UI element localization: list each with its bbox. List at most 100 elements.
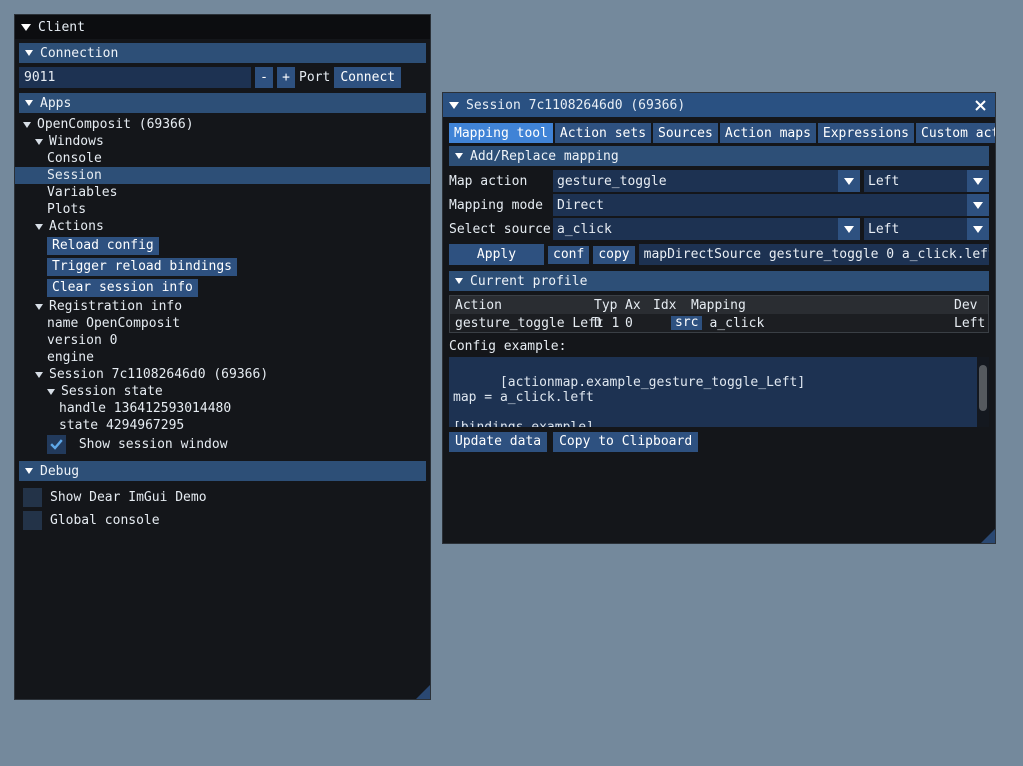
tree-item-label: engine [47, 350, 94, 365]
tree-item[interactable]: Variables [15, 184, 430, 201]
tab-action-sets[interactable]: Action sets [555, 123, 651, 143]
tree-item[interactable]: Actions [15, 218, 430, 235]
debug-section-header[interactable]: Debug [19, 461, 426, 481]
add-replace-mapping-header[interactable]: Add/Replace mapping [449, 146, 989, 166]
port-increment-button[interactable]: + [277, 67, 295, 88]
tree-item-label: Session 7c11082646d0 (69366) [49, 367, 268, 382]
checkbox-label: Show Dear ImGui Demo [50, 490, 207, 505]
checkbox[interactable] [23, 511, 42, 530]
tree-item-label: handle 136412593014480 [59, 401, 231, 416]
apps-section-header[interactable]: Apps [19, 93, 426, 113]
tab-custom-actions[interactable]: Custom actions [916, 123, 995, 143]
session-window-resize-grip[interactable] [981, 529, 995, 543]
copy-button[interactable]: copy [593, 246, 634, 264]
triangle-down-icon[interactable] [25, 468, 33, 474]
connection-section-header[interactable]: Connection [19, 43, 426, 63]
config-example-textarea[interactable]: [actionmap.example_gesture_toggle_Left] … [449, 357, 989, 427]
map-action-hand-dropdown[interactable]: Left [864, 170, 989, 192]
config-example-scrollbar-thumb[interactable] [979, 365, 987, 411]
select-source-hand-dropdown[interactable]: Left [864, 218, 989, 240]
triangle-down-icon[interactable] [449, 102, 459, 109]
mapping-mode-value: Direct [557, 198, 604, 213]
tree-item[interactable]: Session 7c11082646d0 (69366) [15, 366, 430, 383]
config-example-scrollbar[interactable] [977, 357, 989, 427]
triangle-down-icon[interactable] [47, 389, 55, 395]
current-profile-header[interactable]: Current profile [449, 271, 989, 291]
column-header-mapping: Mapping [691, 298, 954, 313]
triangle-down-icon[interactable] [35, 224, 43, 230]
tree-item-label: Session [47, 168, 102, 183]
tree-item[interactable]: state 4294967295 [15, 417, 430, 434]
tree-item[interactable]: Plots [15, 201, 430, 218]
triangle-down-icon[interactable] [23, 122, 31, 128]
tree-item[interactable]: handle 136412593014480 [15, 400, 430, 417]
chevron-down-icon[interactable] [967, 194, 989, 216]
select-source-dropdown[interactable]: a_click [553, 218, 860, 240]
tree-item[interactable]: Session [15, 167, 430, 184]
checkbox[interactable] [47, 435, 66, 454]
tree-item[interactable]: Clear session info [15, 277, 430, 298]
client-window-titlebar[interactable]: Client [15, 15, 430, 39]
client-window-resize-grip[interactable] [416, 685, 430, 699]
triangle-down-icon[interactable] [35, 304, 43, 310]
tree-item[interactable]: Windows [15, 133, 430, 150]
connection-section-label: Connection [40, 46, 118, 61]
chevron-down-icon[interactable] [967, 170, 989, 192]
chevron-down-icon[interactable] [838, 218, 860, 240]
map-action-dropdown[interactable]: gesture_toggle [553, 170, 860, 192]
conf-button[interactable]: conf [548, 246, 589, 264]
tab-expressions[interactable]: Expressions [818, 123, 914, 143]
session-window-titlebar[interactable]: Session 7c11082646d0 (69366) [443, 93, 995, 117]
tree-item[interactable]: Reload config [15, 235, 430, 256]
triangle-down-icon[interactable] [35, 139, 43, 145]
triangle-down-icon[interactable] [35, 372, 43, 378]
column-header-action: Action [450, 298, 594, 313]
triangle-down-icon[interactable] [25, 50, 33, 56]
mapping-mode-dropdown[interactable]: Direct [553, 194, 989, 216]
tab-sources[interactable]: Sources [653, 123, 718, 143]
port-decrement-button[interactable]: - [255, 67, 273, 88]
chevron-down-icon[interactable] [838, 170, 860, 192]
column-header-idx: Idx [653, 298, 691, 313]
debug-checkbox-row[interactable]: Show Dear ImGui Demo [15, 486, 430, 509]
triangle-down-icon[interactable] [455, 153, 463, 159]
connect-button[interactable]: Connect [334, 67, 401, 88]
tree-item[interactable]: Console [15, 150, 430, 167]
mapping-field-label: Mapping mode [449, 198, 549, 213]
update-data-button[interactable]: Update data [449, 432, 547, 452]
triangle-down-icon[interactable] [455, 278, 463, 284]
tree-item[interactable]: engine [15, 349, 430, 366]
debug-section-label: Debug [40, 464, 79, 479]
tab-mapping-tool[interactable]: Mapping tool [449, 123, 553, 143]
tree-item[interactable]: Session state [15, 383, 430, 400]
session-tabbar[interactable]: Mapping toolAction setsSourcesAction map… [449, 122, 989, 143]
triangle-down-icon[interactable] [25, 100, 33, 106]
apply-button[interactable]: Apply [449, 244, 544, 265]
chevron-down-icon[interactable] [967, 218, 989, 240]
session-window[interactable]: Session 7c11082646d0 (69366) Mapping too… [442, 92, 996, 544]
port-input[interactable]: 9011 [19, 67, 251, 88]
copy-to-clipboard-button[interactable]: Copy to Clipboard [553, 432, 698, 452]
tree-item[interactable]: OpenComposit (69366) [15, 116, 430, 133]
mapping-field-row: Select sourcea_clickLeft [449, 218, 989, 240]
apps-section-label: Apps [40, 96, 71, 111]
tree-action-button[interactable]: Trigger reload bindings [47, 258, 237, 276]
tree-action-button[interactable]: Clear session info [47, 279, 198, 297]
checkbox[interactable] [23, 488, 42, 507]
client-window[interactable]: Client Connection 9011 - + Port Connect … [14, 14, 431, 700]
tree-item[interactable]: Registration info [15, 298, 430, 315]
tree-item-label: OpenComposit (69366) [37, 117, 194, 132]
tree-item-label: Plots [47, 202, 86, 217]
tree-item[interactable]: Trigger reload bindings [15, 256, 430, 277]
tree-item[interactable]: version 0 [15, 332, 430, 349]
table-row[interactable]: gesture_toggle Left 1 D 0 src a_click Le… [450, 314, 988, 332]
cell-mapping-src-tag[interactable]: src [671, 316, 702, 330]
tree-action-button[interactable]: Reload config [47, 237, 159, 255]
triangle-down-icon[interactable] [21, 24, 31, 31]
tree-item[interactable]: Show session window [15, 434, 430, 455]
tree-item-label: Console [47, 151, 102, 166]
tree-item[interactable]: name OpenComposit [15, 315, 430, 332]
debug-checkbox-row[interactable]: Global console [15, 509, 430, 532]
close-icon[interactable] [971, 96, 989, 114]
tab-action-maps[interactable]: Action maps [720, 123, 816, 143]
